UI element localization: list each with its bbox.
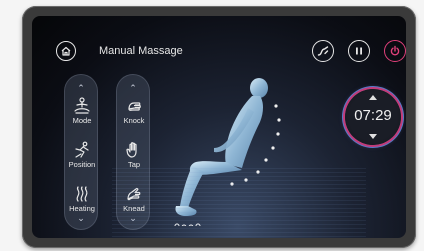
power-icon (390, 45, 400, 56)
timer-value: 07:29 (354, 107, 392, 124)
timer-dial: 07:29 (345, 89, 401, 145)
right-control-panel: ⌃ Knock Tap Knead ⌄ (116, 74, 150, 230)
timer-increase-arrow-icon[interactable] (369, 95, 377, 100)
heating-label: Heating (69, 204, 95, 213)
timer-decrease-arrow-icon[interactable] (369, 134, 377, 139)
tablet-frame: Manual Massage ⌃ Mode Position Heating ⌄… (22, 6, 416, 248)
left-control-panel: ⌃ Mode Position Heating ⌄ (64, 74, 98, 230)
massage-body-figure (174, 78, 281, 226)
zero-gravity-button[interactable] (312, 40, 334, 62)
tap-button[interactable]: Tap (109, 141, 159, 169)
knead-hand-icon (127, 187, 141, 201)
knock-button[interactable]: Knock (109, 97, 159, 125)
power-button[interactable] (384, 40, 406, 62)
chevron-up-icon[interactable]: ⌃ (117, 83, 149, 93)
tap-label: Tap (127, 160, 141, 169)
heating-icon (76, 186, 88, 202)
position-label: Position (68, 160, 96, 169)
knead-label: Knead (123, 204, 145, 213)
knock-hand-icon (128, 102, 141, 111)
heating-button[interactable]: Heating (57, 185, 107, 213)
zero-gravity-icon (317, 46, 329, 56)
knock-label: Knock (123, 116, 145, 125)
pause-button[interactable] (348, 40, 370, 62)
pause-icon (356, 47, 362, 55)
home-icon (61, 46, 71, 56)
meditation-icon (74, 97, 90, 114)
chevron-up-icon[interactable]: ⌃ (65, 83, 97, 93)
chevron-down-icon[interactable]: ⌄ (117, 213, 149, 223)
control-screen: Manual Massage ⌃ Mode Position Heating ⌄… (32, 16, 406, 238)
chevron-down-icon[interactable]: ⌄ (65, 213, 97, 223)
stretch-icon (75, 141, 89, 158)
page-title: Manual Massage (99, 45, 183, 57)
mode-button[interactable]: Mode (57, 97, 107, 125)
home-button[interactable] (56, 41, 76, 61)
tap-hand-icon (126, 142, 137, 158)
knead-button[interactable]: Knead (109, 185, 159, 213)
position-button[interactable]: Position (57, 141, 107, 169)
mode-label: Mode (72, 116, 92, 125)
